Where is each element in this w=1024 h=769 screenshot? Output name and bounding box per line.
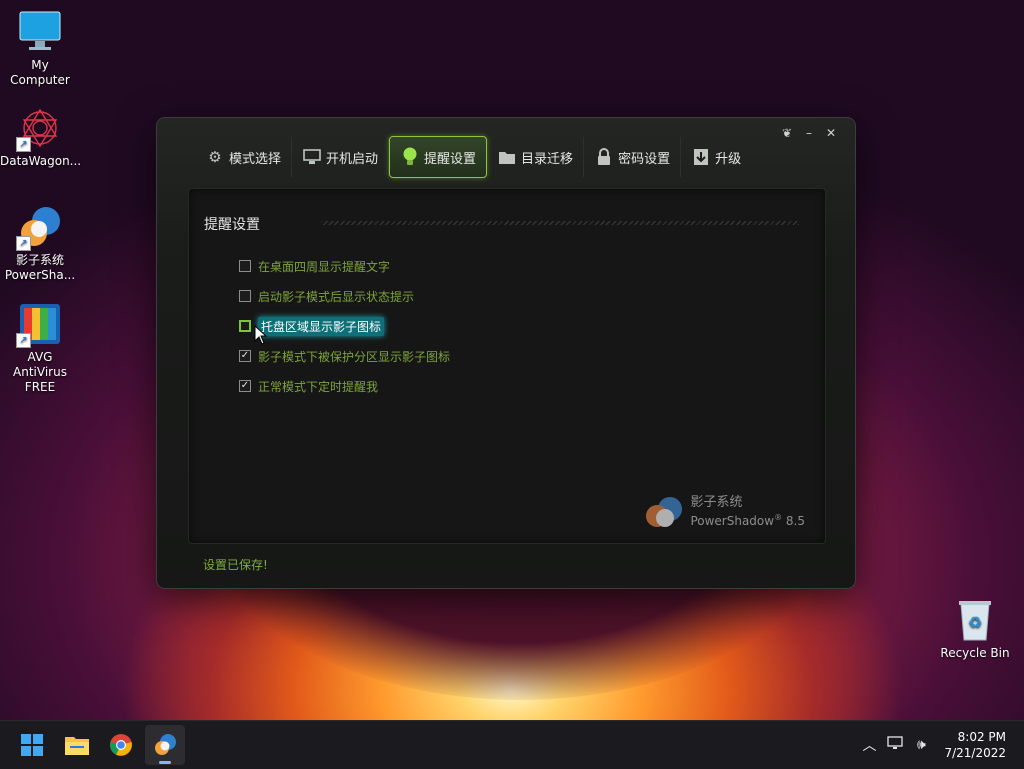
tab-label: 模式选择 [229, 151, 282, 167]
tab-bar: ⚙ 模式选择 开机启动 提醒设置 目录迁移 密码设置 升级 [195, 136, 751, 178]
window-controls: ❦ – ✕ [781, 126, 837, 140]
close-button[interactable]: ✕ [825, 126, 837, 140]
checkbox-checked[interactable]: ✓ [239, 380, 251, 392]
mouse-cursor-icon [254, 325, 268, 345]
tab-label: 开机启动 [326, 151, 379, 167]
option-label: 影子模式下被保护分区显示影子图标 [258, 349, 451, 364]
computer-icon [302, 147, 322, 167]
desktop-icon-label: Recycle Bin [940, 646, 1010, 660]
desktop-icon-recycle-bin[interactable]: ♻ Recycle Bin [935, 598, 1015, 661]
powershadow-icon [155, 734, 176, 755]
recycle-bin-icon: ♻ [953, 598, 997, 642]
clock-date: 7/21/2022 [944, 746, 1006, 760]
desktop-icon-avg[interactable]: ↗ AVG AntiVirus FREE [0, 302, 80, 395]
brand-reg: ® [774, 513, 783, 522]
powershadow-window: ❦ – ✕ ⚙ 模式选择 开机启动 提醒设置 目录迁移 密码设置 升级 提醒设置… [157, 118, 855, 588]
powershadow-icon: ↗ [16, 205, 62, 251]
chrome-icon [110, 734, 132, 756]
volume-icon[interactable]: 🕪 [908, 737, 934, 753]
brand-version: 8.5 [785, 514, 805, 528]
folder-icon [497, 147, 517, 167]
option-label: 托盘区域显示影子图标 [258, 316, 385, 336]
tab-startup[interactable]: 开机启动 [292, 137, 390, 177]
option-status-tip[interactable]: 启动影子模式后显示状态提示 [239, 281, 450, 311]
clock[interactable]: 8:02 PM 7/21/2022 [944, 729, 1006, 761]
clock-time: 8:02 PM [957, 730, 1006, 744]
shortcut-arrow-icon: ↗ [16, 333, 31, 348]
desktop-icon-datawagon[interactable]: ↗ DataWagon... [0, 106, 82, 169]
shortcut-arrow-icon: ↗ [16, 236, 31, 251]
desktop-icon-powershadow[interactable]: ↗ 影子系统 PowerSha... [0, 205, 80, 283]
checkbox-unchecked[interactable] [239, 290, 251, 302]
tab-label: 密码设置 [618, 151, 671, 167]
network-icon[interactable] [882, 736, 908, 754]
tab-label: 提醒设置 [424, 151, 477, 167]
desktop-icon-label-line1: 影子系统 [15, 253, 64, 267]
brand-watermark: 影子系统 PowerShadow® 8.5 [646, 495, 805, 529]
tab-label: 目录迁移 [521, 151, 574, 167]
tab-reminder-settings[interactable]: 提醒设置 [389, 136, 488, 178]
desktop-icon-label: DataWagon... [0, 154, 82, 168]
taskbar: ︿ 🕪 8:02 PM 7/21/2022 [0, 720, 1024, 769]
checkbox-unchecked[interactable] [239, 320, 251, 332]
tab-label: 升级 [715, 151, 742, 167]
option-label: 在桌面四周显示提醒文字 [258, 259, 391, 274]
desktop-icon-my-computer[interactable]: My Computer [0, 10, 80, 88]
desktop-icon-label: My Computer [10, 58, 70, 87]
title-divider [321, 221, 799, 225]
datawagon-icon: ↗ [16, 106, 62, 152]
monitor-icon [18, 10, 62, 54]
option-desktop-reminder-text[interactable]: 在桌面四周显示提醒文字 [239, 251, 450, 281]
avg-icon: ↗ [16, 302, 62, 348]
option-timed-reminder[interactable]: ✓ 正常模式下定时提醒我 [239, 371, 450, 401]
download-icon [691, 147, 711, 167]
desktop-icon-label-line2: FREE [24, 380, 56, 394]
lock-icon [594, 147, 614, 167]
powershadow-taskbar-button[interactable] [145, 725, 185, 765]
shortcut-arrow-icon: ↗ [16, 137, 31, 152]
lightbulb-icon [400, 147, 420, 167]
file-explorer-button[interactable] [57, 725, 97, 765]
brand-name-cn: 影子系统 [690, 495, 743, 510]
desktop-icon-label-line1: AVG AntiVirus [13, 350, 67, 379]
panel-title: 提醒设置 [204, 217, 260, 233]
checkbox-unchecked[interactable] [239, 260, 251, 272]
tab-upgrade[interactable]: 升级 [681, 137, 751, 177]
option-tray-icon[interactable]: 托盘区域显示影子图标 [239, 311, 450, 341]
chevron-up-icon[interactable]: ︿ [856, 735, 882, 755]
option-label: 正常模式下定时提醒我 [258, 379, 379, 394]
start-icon [21, 734, 43, 756]
brand-name-en: PowerShadow [690, 514, 775, 528]
checkbox-checked[interactable]: ✓ [239, 350, 251, 362]
desktop-icon-label-line2: PowerSha... [4, 268, 76, 282]
option-protected-partition-icon[interactable]: ✓ 影子模式下被保护分区显示影子图标 [239, 341, 450, 371]
system-tray: ︿ 🕪 8:02 PM 7/21/2022 [856, 721, 1024, 769]
option-label: 启动影子模式后显示状态提示 [258, 289, 415, 304]
chrome-button[interactable] [101, 725, 141, 765]
tab-directory-migration[interactable]: 目录迁移 [487, 137, 585, 177]
file-explorer-icon [65, 737, 89, 755]
minimize-button[interactable]: – [803, 126, 815, 140]
skin-icon[interactable]: ❦ [781, 126, 793, 140]
reminder-options: 在桌面四周显示提醒文字 启动影子模式后显示状态提示 托盘区域显示影子图标 ✓ 影… [239, 251, 450, 401]
powershadow-logo-icon [646, 495, 684, 529]
tab-password-settings[interactable]: 密码设置 [584, 137, 682, 177]
gear-icon: ⚙ [208, 148, 222, 166]
status-text: 设置已保存! [203, 558, 268, 572]
svg-text:♻: ♻ [968, 613, 982, 632]
tab-mode-select[interactable]: ⚙ 模式选择 [195, 137, 293, 177]
start-button[interactable] [12, 725, 52, 765]
settings-panel: 提醒设置 在桌面四周显示提醒文字 启动影子模式后显示状态提示 托盘区域显示影子图… [188, 188, 826, 544]
